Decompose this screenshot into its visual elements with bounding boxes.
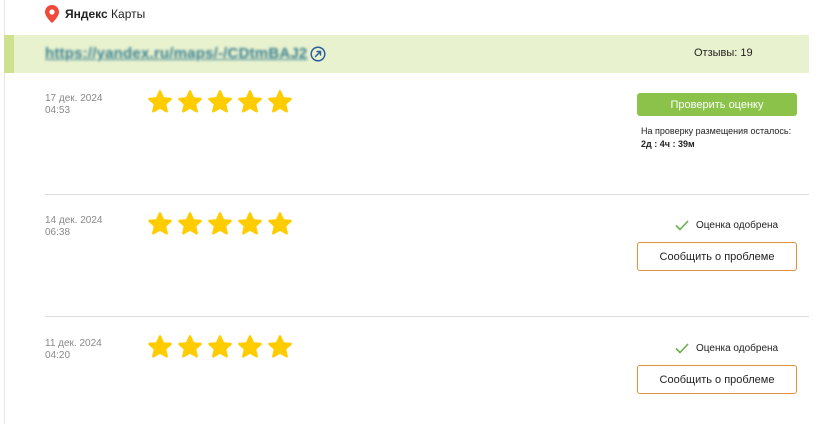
brand-name: Яндекс Карты (65, 7, 146, 21)
star-icon (148, 212, 172, 235)
map-pin-icon (45, 5, 59, 23)
review-date: 17 дек. 2024 04:53 (45, 93, 103, 116)
approved-status: Оценка одобрена (675, 220, 778, 231)
remaining-time: 2д : 4ч : 39м (641, 139, 695, 149)
header-bar: https://yandex.ru/maps/-/CDtmBAJ2 Отзывы… (4, 35, 809, 73)
review-date: 11 дек. 2024 04:20 (45, 338, 102, 361)
maps-link[interactable]: https://yandex.ru/maps/-/CDtmBAJ2 (45, 45, 307, 62)
star-icon (208, 90, 232, 113)
star-icon (148, 90, 172, 113)
reviews-count: Отзывы: 19 (694, 47, 753, 59)
star-icon (268, 212, 292, 235)
check-rating-button[interactable]: Проверить оценку (637, 93, 797, 116)
checkmark-icon (675, 343, 689, 354)
checkmark-icon (675, 220, 689, 231)
review-date: 14 дек. 2024 06:38 (45, 215, 103, 238)
divider (45, 194, 809, 195)
star-icon (178, 212, 202, 235)
remaining-label: На проверку размещения осталось: (641, 126, 792, 136)
star-icon (208, 212, 232, 235)
star-icon (178, 335, 202, 358)
star-rating (147, 89, 293, 115)
star-rating (147, 334, 293, 360)
star-icon (268, 90, 292, 113)
star-icon (208, 335, 232, 358)
external-link-icon[interactable] (310, 46, 326, 62)
star-icon (268, 335, 292, 358)
approved-status: Оценка одобрена (675, 343, 778, 354)
star-icon (238, 90, 262, 113)
report-problem-button[interactable]: Сообщить о проблеме (637, 242, 797, 271)
divider (45, 316, 809, 317)
header-accent (4, 35, 14, 73)
star-icon (178, 90, 202, 113)
star-icon (238, 212, 262, 235)
star-icon (238, 335, 262, 358)
star-rating (147, 211, 293, 237)
star-icon (148, 335, 172, 358)
brand-logo: Яндекс Карты (45, 4, 145, 24)
report-problem-button[interactable]: Сообщить о проблеме (637, 365, 797, 394)
